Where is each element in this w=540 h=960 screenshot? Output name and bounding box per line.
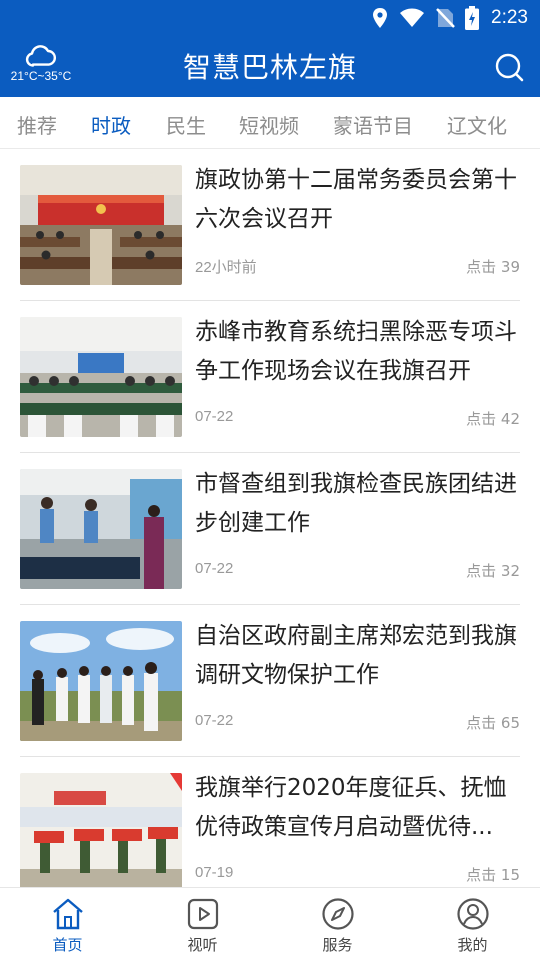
news-item[interactable]: 自治区政府副主席郑宏范到我旗调研文物保护工作 07-22 点击 65	[20, 605, 520, 757]
news-clicks: 点击 15	[466, 866, 520, 884]
tab-recommend[interactable]: 推荐	[17, 110, 57, 139]
app-header: 2:23 21°C~35°C 智慧巴林左旗	[0, 0, 540, 97]
news-clicks: 点击 42	[466, 410, 520, 428]
news-time: 07-19	[195, 864, 234, 881]
status-bar: 2:23	[0, 0, 540, 36]
tab-mongolian-programs[interactable]: 蒙语节目	[333, 110, 413, 139]
nav-profile[interactable]: 我的	[405, 888, 540, 960]
status-icons: 2:23	[371, 6, 528, 30]
news-title: 旗政协第十二届常务委员会第十六次会议召开	[195, 167, 517, 232]
news-clicks: 点击 39	[466, 258, 520, 276]
nav-service-label: 服务	[322, 936, 353, 954]
news-list: 旗政协第十二届常务委员会第十六次会议召开 22小时前 点击 39 赤峰市教育系统…	[0, 149, 540, 887]
no-sim-icon	[436, 8, 455, 28]
app-bar: 21°C~35°C 智慧巴林左旗	[0, 36, 540, 97]
news-title: 我旗举行2020年度征兵、抚恤优待政策宣传月启动暨优待...	[195, 775, 507, 840]
news-title: 自治区政府副主席郑宏范到我旗调研文物保护工作	[195, 623, 517, 688]
tab-livelihood[interactable]: 民生	[166, 110, 206, 139]
news-thumbnail	[20, 469, 182, 589]
news-title: 市督查组到我旗检查民族团结进步创建工作	[195, 471, 517, 536]
news-time: 07-22	[195, 560, 234, 577]
news-time: 07-22	[195, 712, 234, 729]
news-title: 赤峰市教育系统扫黑除恶专项斗争工作现场会议在我旗召开	[195, 319, 517, 384]
nav-home-label: 首页	[52, 936, 83, 954]
news-thumbnail	[20, 165, 182, 285]
news-item[interactable]: 市督查组到我旗检查民族团结进步创建工作 07-22 点击 32	[20, 453, 520, 605]
wifi-icon	[400, 8, 425, 27]
user-icon	[456, 898, 489, 930]
tab-short-video[interactable]: 短视频	[239, 110, 299, 139]
news-time: 07-22	[195, 408, 234, 425]
search-icon[interactable]	[494, 52, 524, 82]
nav-service[interactable]: 服务	[270, 888, 405, 960]
news-item[interactable]: 赤峰市教育系统扫黑除恶专项斗争工作现场会议在我旗召开 07-22 点击 42	[20, 301, 520, 453]
compass-icon	[321, 898, 354, 930]
news-item[interactable]: 我旗举行2020年度征兵、抚恤优待政策宣传月启动暨优待... 07-19 点击 …	[20, 757, 520, 887]
nav-home[interactable]: 首页	[0, 888, 135, 960]
news-thumbnail	[20, 317, 182, 437]
news-thumbnail	[20, 773, 182, 887]
play-icon	[187, 898, 218, 930]
news-thumbnail	[20, 621, 182, 741]
news-clicks: 点击 32	[466, 562, 520, 580]
battery-icon	[465, 6, 480, 30]
status-time: 2:23	[491, 7, 528, 28]
tab-politics[interactable]: 时政	[91, 110, 131, 139]
tab-liao-culture[interactable]: 辽文化	[447, 110, 507, 139]
nav-profile-label: 我的	[457, 936, 488, 954]
news-item[interactable]: 旗政协第十二届常务委员会第十六次会议召开 22小时前 点击 39	[20, 149, 520, 301]
news-clicks: 点击 65	[466, 714, 520, 732]
location-icon	[373, 8, 388, 28]
home-icon	[52, 898, 83, 930]
app-title: 智慧巴林左旗	[182, 51, 357, 84]
category-tabs: 推荐 时政 民生 短视频 蒙语节目 辽文化	[0, 97, 540, 149]
nav-video-label: 视听	[187, 936, 218, 954]
news-time: 22小时前	[195, 259, 257, 276]
bottom-navigation: 首页 视听 服务 我的	[0, 887, 540, 960]
nav-video[interactable]: 视听	[135, 888, 270, 960]
